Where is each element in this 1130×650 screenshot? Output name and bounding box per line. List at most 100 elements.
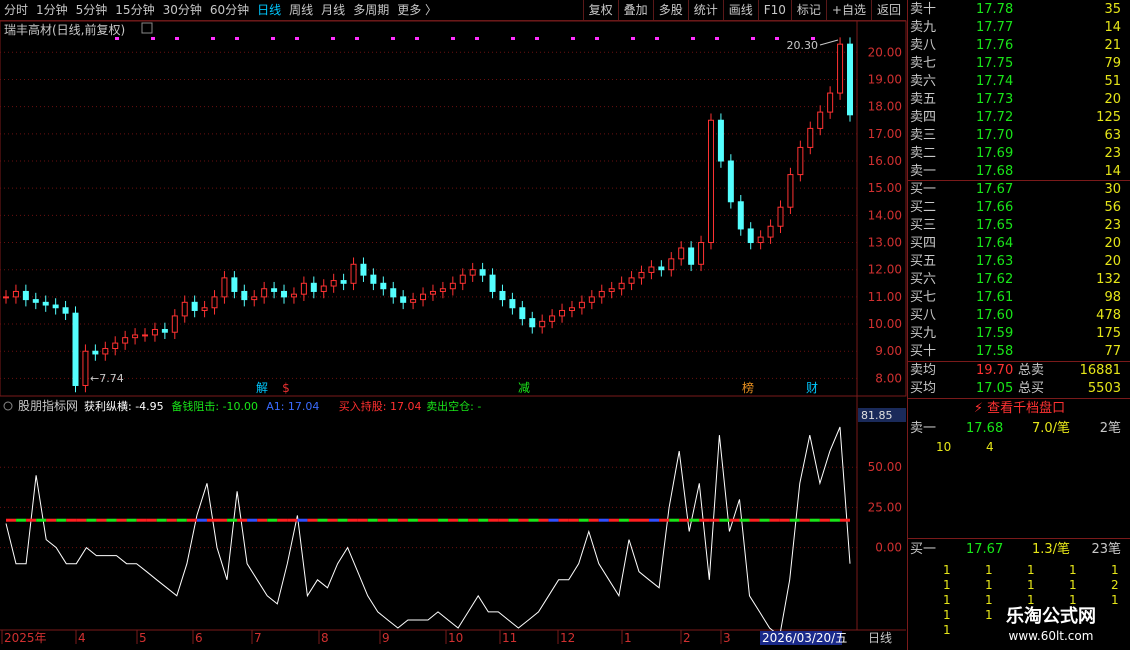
ask-row-3-price: 17.75 (976, 56, 1014, 71)
candle-body (439, 288, 446, 292)
queue-buy-header[interactable]: 买一 17.67 1.3/笔 23笔 (908, 541, 1130, 559)
avg-sell-row: 卖均 19.70 总卖 16881 (908, 362, 1130, 380)
candle-body (32, 299, 39, 303)
candle-body (717, 119, 724, 162)
bid-row-0[interactable]: 买一 17.67 30 (908, 181, 1130, 199)
candle-body (330, 280, 337, 287)
candle-body (231, 277, 238, 292)
bid-row-5[interactable]: 买六 17.62 132 (908, 271, 1130, 289)
bid-row-3[interactable]: 买四 17.64 20 (908, 235, 1130, 253)
bid-row-1[interactable]: 买二 17.66 56 (908, 199, 1130, 217)
ask-row-3[interactable]: 卖七 17.75 79 (908, 55, 1130, 73)
candle-body (648, 266, 655, 273)
bid-row-4-label: 买五 (910, 254, 937, 269)
candle-body (52, 304, 59, 309)
candle-body (290, 293, 297, 298)
thousand-level-link[interactable]: ⚡ 查看千档盘口 (908, 400, 1130, 418)
signal-dot (451, 37, 455, 40)
queue-sell-header-part-1: 17.68 (966, 421, 1004, 436)
indicator-tick-label: 50.00 (868, 460, 902, 474)
queue-buy-order: 1 (1111, 593, 1119, 607)
signal-dot (115, 37, 119, 40)
signal-dot (511, 37, 515, 40)
candle-body (132, 334, 139, 339)
ask-row-6-price: 17.72 (976, 110, 1014, 125)
main-chart-title: 瑞丰高材(日线,前复权) (4, 22, 125, 37)
candle-body (678, 247, 685, 260)
x-axis-label-3: 6 (195, 631, 203, 645)
ask-row-7-price: 17.70 (976, 128, 1014, 143)
queue-sell-header[interactable]: 卖一 17.68 7.0/笔 2笔 (908, 420, 1130, 438)
bid-row-8-volume: 175 (1096, 326, 1121, 341)
bid-row-4[interactable]: 买五 17.63 20 (908, 253, 1130, 271)
bid-row-9-volume: 77 (1104, 344, 1121, 359)
candle-body (608, 288, 615, 292)
signal-dot (691, 37, 695, 40)
price-tick-label: 15.00 (868, 181, 902, 195)
candle-body (688, 247, 695, 265)
signal-dot (175, 37, 179, 40)
avg-buy-row: 买均 17.05 总买 5503 (908, 380, 1130, 398)
bid-row-3-price: 17.64 (976, 236, 1014, 251)
candle-body (221, 277, 228, 298)
candle-body (122, 337, 129, 344)
bid-row-6[interactable]: 买七 17.61 98 (908, 289, 1130, 307)
ask-row-8-price: 17.69 (976, 146, 1014, 161)
indicator-collapse-icon[interactable] (3, 401, 13, 411)
ask-row-9-volume: 14 (1104, 164, 1121, 179)
x-axis-label-5: 8 (321, 631, 329, 645)
ask-row-0[interactable]: 卖十 17.78 35 (908, 1, 1130, 19)
ask-row-7-label: 卖三 (910, 128, 937, 143)
signal-dot (151, 37, 155, 40)
queue-buy-header-count: 23笔 (1091, 542, 1121, 557)
ask-row-8[interactable]: 卖二 17.69 23 (908, 145, 1130, 163)
ask-row-2-label: 卖八 (910, 38, 937, 53)
ask-row-2[interactable]: 卖八 17.76 21 (908, 37, 1130, 55)
ask-row-5-label: 卖五 (910, 92, 937, 107)
candle-body (380, 282, 387, 290)
avg-buy-row-total: 5503 (1087, 381, 1121, 396)
queue-buy-order: 1 (985, 593, 993, 607)
candle-body (737, 201, 744, 230)
price-tick-label: 14.00 (868, 208, 902, 222)
bid-row-7[interactable]: 买八 17.60 478 (908, 307, 1130, 325)
ask-row-9[interactable]: 卖一 17.68 14 (908, 163, 1130, 181)
ask-row-7[interactable]: 卖三 17.70 63 (908, 127, 1130, 145)
candle-body (568, 307, 575, 311)
candle-body (797, 146, 804, 176)
signal-dot (655, 37, 659, 40)
candle-body (340, 280, 347, 284)
bid-row-8[interactable]: 买九 17.59 175 (908, 325, 1130, 343)
x-axis-label-7: 10 (448, 631, 463, 645)
indicator-value-4: 卖出空仓: - (426, 399, 481, 413)
ask-row-4[interactable]: 卖六 17.74 51 (908, 73, 1130, 91)
bid-row-5-price: 17.62 (976, 272, 1014, 287)
candle-body (837, 43, 844, 94)
candle-body (638, 271, 645, 279)
ask-row-5[interactable]: 卖五 17.73 20 (908, 91, 1130, 109)
chart-settings-icon[interactable] (141, 22, 153, 34)
ask-row-0-label: 卖十 (910, 2, 937, 17)
candle-body (300, 282, 307, 295)
ask-row-4-volume: 51 (1104, 74, 1121, 89)
price-tick-label: 18.00 (868, 100, 902, 114)
indicator-value-2: A1: 17.04 (266, 400, 319, 413)
queue-buy-order: 1 (985, 578, 993, 592)
queue-buy-header-part-1: 17.67 (966, 542, 1004, 557)
ask-row-9-price: 17.68 (976, 164, 1014, 179)
candle-body (539, 320, 546, 328)
queue-buy-order: 1 (1027, 593, 1035, 607)
bid-row-8-price: 17.59 (976, 326, 1014, 341)
candle-body (698, 242, 705, 265)
bid-row-2[interactable]: 买三 17.65 23 (908, 217, 1130, 235)
candle-body (459, 274, 466, 284)
queue-buy-order: 1 (1111, 563, 1119, 577)
candle-body (400, 296, 407, 303)
candle-body (62, 307, 69, 314)
bid-row-9[interactable]: 买十 17.58 77 (908, 343, 1130, 361)
candle-body (777, 206, 784, 227)
ask-row-1[interactable]: 卖九 17.77 14 (908, 19, 1130, 37)
ask-row-6[interactable]: 卖四 17.72 125 (908, 109, 1130, 127)
candle-body (479, 269, 486, 276)
signal-dot (595, 37, 599, 40)
